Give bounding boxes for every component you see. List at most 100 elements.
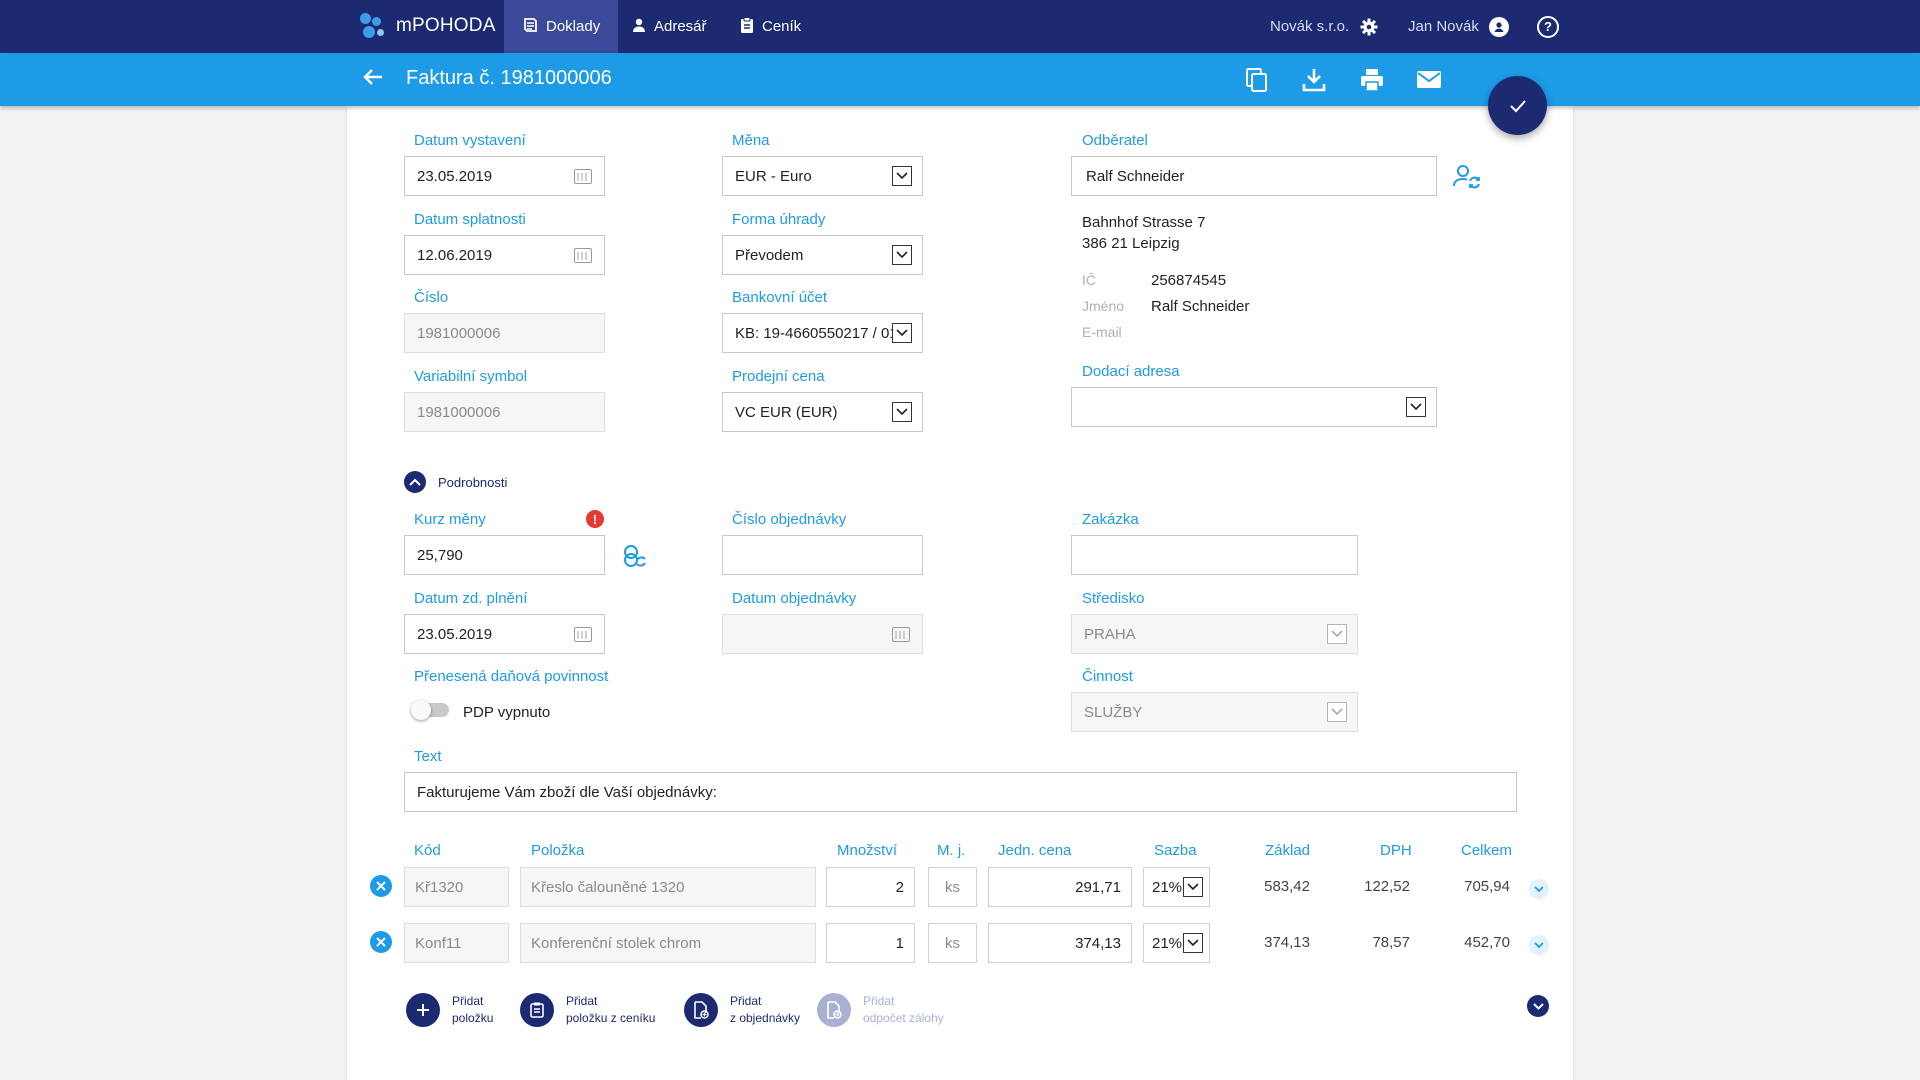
kurz-meny-field[interactable]: 25,790 bbox=[404, 535, 605, 575]
kod-cell[interactable]: Kř1320 bbox=[404, 867, 509, 907]
podrobnosti-label: Podrobnosti bbox=[438, 474, 508, 490]
datum-zd-plneni-field[interactable]: 23.05.2019 bbox=[404, 614, 605, 654]
add-from-order-button[interactable]: Přidat z objednávky bbox=[684, 993, 800, 1027]
label-forma-uhrady: Forma úhrady bbox=[732, 211, 826, 228]
field-value: PRAHA bbox=[1084, 625, 1136, 643]
company-name: Novák s.r.o. bbox=[1270, 18, 1350, 35]
print-icon[interactable] bbox=[1359, 67, 1385, 93]
label-prodejni-cena: Prodejní cena bbox=[732, 368, 825, 385]
label-cislo-objednavky: Číslo objednávky bbox=[732, 511, 847, 528]
datum-objednavky-field[interactable] bbox=[722, 614, 923, 654]
app-logo[interactable]: mPOHODA bbox=[360, 13, 496, 39]
change-customer-icon[interactable] bbox=[1453, 164, 1481, 194]
add-item-from-pricelist-button[interactable]: Přidat položku z ceníku bbox=[520, 993, 655, 1027]
zakazka-field[interactable] bbox=[1071, 535, 1358, 575]
forma-uhrady-select[interactable]: Převodem bbox=[722, 235, 923, 275]
save-check-button[interactable] bbox=[1488, 76, 1547, 135]
chevron-down-icon bbox=[892, 245, 912, 265]
download-icon[interactable] bbox=[1301, 67, 1327, 93]
document-add-icon bbox=[684, 993, 718, 1027]
label-text: Text bbox=[414, 748, 442, 765]
company-settings[interactable]: Novák s.r.o. bbox=[1270, 0, 1379, 53]
prodejni-cena-select[interactable]: VC EUR (EUR) bbox=[722, 392, 923, 432]
calendar-icon[interactable] bbox=[892, 626, 910, 642]
field-value: Fakturujeme Vám zboží dle Vaší objednávk… bbox=[417, 783, 717, 801]
sazba-select[interactable]: 21% bbox=[1143, 867, 1210, 907]
remove-row-icon[interactable] bbox=[370, 875, 392, 897]
nav-cenik[interactable]: Ceník bbox=[722, 0, 819, 53]
action-line2: odpočet zálohy bbox=[863, 1011, 944, 1025]
app-name: mPOHODA bbox=[396, 15, 496, 36]
bankovni-ucet-select[interactable]: KB: 19-4660550217 / 0100 bbox=[722, 313, 923, 353]
jedn-cena-cell[interactable]: 291,71 bbox=[988, 867, 1132, 907]
email-icon[interactable] bbox=[1416, 67, 1442, 93]
calendar-icon[interactable] bbox=[574, 168, 592, 184]
label-odberatel: Odběratel bbox=[1082, 132, 1148, 149]
field-value: 12.06.2019 bbox=[417, 246, 493, 264]
row-expand-icon[interactable] bbox=[1529, 879, 1549, 899]
expand-all-chevron-icon[interactable] bbox=[1527, 995, 1549, 1017]
chevron-down-icon bbox=[1183, 933, 1203, 953]
action-line1: Přidat bbox=[863, 994, 895, 1008]
cinnost-select: SLUŽBY bbox=[1071, 692, 1358, 732]
mj-cell[interactable]: ks bbox=[928, 923, 977, 963]
calendar-icon[interactable] bbox=[574, 626, 592, 642]
nav-label: Ceník bbox=[762, 18, 802, 35]
add-advance-deduction-button[interactable]: Přidat odpočet zálohy bbox=[817, 993, 944, 1027]
chevron-down-icon bbox=[892, 323, 912, 343]
dodaci-adresa-select[interactable] bbox=[1071, 387, 1437, 427]
clipboard-icon bbox=[740, 16, 754, 37]
help-button[interactable]: ? bbox=[1537, 0, 1559, 53]
datum-vystaveni-field[interactable]: 23.05.2019 bbox=[404, 156, 605, 196]
header-zaklad: Základ bbox=[1265, 842, 1311, 859]
polozka-cell[interactable]: Křeslo čalouněné 1320 bbox=[520, 867, 816, 907]
chevron-down-icon bbox=[1183, 877, 1203, 897]
back-arrow-icon[interactable] bbox=[362, 66, 384, 94]
mnozstvi-cell[interactable]: 1 bbox=[826, 923, 915, 963]
user-menu[interactable]: Jan Novák bbox=[1408, 0, 1509, 53]
copy-icon[interactable] bbox=[1244, 67, 1270, 93]
field-value: SLUŽBY bbox=[1084, 703, 1143, 721]
nav-adresar[interactable]: Adresář bbox=[614, 0, 725, 53]
polozka-cell[interactable]: Konferenční stolek chrom bbox=[520, 923, 816, 963]
top-navigation-bar: mPOHODA Doklady Adresář Ceník Novák s.r.… bbox=[0, 0, 1920, 53]
label-datum-splatnosti: Datum splatnosti bbox=[414, 211, 526, 228]
sazba-select[interactable]: 21% bbox=[1143, 923, 1210, 963]
stredisko-select: PRAHA bbox=[1071, 614, 1358, 654]
document-add-icon bbox=[817, 993, 851, 1027]
refresh-rate-icon[interactable] bbox=[621, 543, 647, 573]
zaklad-value: 583,42 bbox=[1264, 878, 1310, 895]
field-value: Ralf Schneider bbox=[1086, 167, 1185, 185]
label-bankovni-ucet: Bankovní účet bbox=[732, 289, 828, 306]
mena-select[interactable]: EUR - Euro bbox=[722, 156, 923, 196]
label-variabilni-symbol: Variabilní symbol bbox=[414, 368, 528, 385]
label-prenesena-danova-povinnost: Přenesená daňová povinnost bbox=[414, 668, 609, 685]
nav-doklady[interactable]: Doklady bbox=[504, 0, 619, 53]
calendar-icon[interactable] bbox=[574, 247, 592, 263]
cislo-objednavky-field[interactable] bbox=[722, 535, 923, 575]
check-icon bbox=[1509, 99, 1526, 112]
mj-cell[interactable]: ks bbox=[928, 867, 977, 907]
odberatel-field[interactable]: Ralf Schneider bbox=[1071, 156, 1437, 196]
field-value: 23.05.2019 bbox=[417, 625, 493, 643]
text-field[interactable]: Fakturujeme Vám zboží dle Vaší objednávk… bbox=[404, 772, 1517, 812]
podrobnosti-toggle[interactable]: Podrobnosti bbox=[404, 471, 507, 493]
plus-icon bbox=[406, 993, 440, 1027]
jedn-cena-cell[interactable]: 374,13 bbox=[988, 923, 1132, 963]
jmeno-label: Jméno bbox=[1082, 298, 1125, 314]
add-item-button[interactable]: Přidat položku bbox=[406, 993, 493, 1027]
datum-splatnosti-field[interactable]: 12.06.2019 bbox=[404, 235, 605, 275]
field-value: EUR - Euro bbox=[735, 167, 812, 185]
account-circle-icon bbox=[1488, 16, 1509, 37]
field-value: 1981000006 bbox=[417, 403, 501, 421]
chevron-down-icon bbox=[892, 166, 912, 186]
documents-icon bbox=[522, 17, 538, 37]
pdp-toggle[interactable] bbox=[411, 700, 449, 720]
row-expand-icon[interactable] bbox=[1529, 935, 1549, 955]
action-line2: položku z ceníku bbox=[566, 1011, 656, 1025]
field-value: 1981000006 bbox=[417, 324, 501, 342]
kod-cell[interactable]: Konf11 bbox=[404, 923, 509, 963]
mnozstvi-cell[interactable]: 2 bbox=[826, 867, 915, 907]
ic-label: IČ bbox=[1082, 272, 1096, 288]
remove-row-icon[interactable] bbox=[370, 931, 392, 953]
